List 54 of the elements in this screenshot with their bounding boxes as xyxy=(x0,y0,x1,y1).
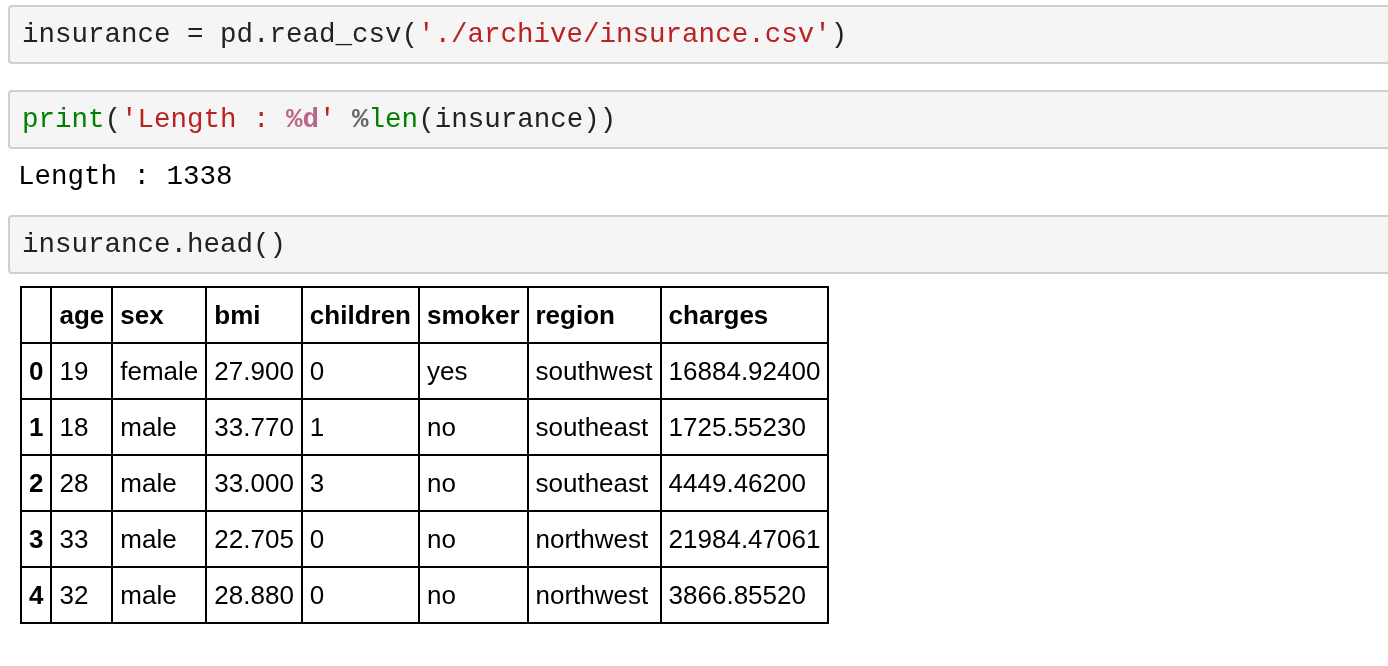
column-header: charges xyxy=(660,287,829,343)
table-cell: 33.770 xyxy=(206,399,302,455)
table-cell: 0 xyxy=(301,511,419,567)
table-cell: male xyxy=(112,567,207,623)
column-header: sex xyxy=(112,287,207,343)
table-cell: male xyxy=(112,399,207,455)
code-line: print('Length : %d' %len(insurance)) xyxy=(22,104,617,135)
table-cell: 16884.92400 xyxy=(660,343,829,399)
table-cell: 0 xyxy=(301,343,419,399)
table-cell: no xyxy=(419,399,528,455)
table-cell: female xyxy=(112,343,207,399)
row-index: 2 xyxy=(21,455,52,511)
row-index: 4 xyxy=(21,567,52,623)
table-cell: southeast xyxy=(527,455,661,511)
table-cell: 4449.46200 xyxy=(660,455,829,511)
column-header: bmi xyxy=(206,287,302,343)
table-cell: no xyxy=(419,567,528,623)
table-cell: 27.900 xyxy=(206,343,302,399)
code-line: insurance.head() xyxy=(22,229,287,260)
table-cell: 22.705 xyxy=(206,511,302,567)
table-cell: yes xyxy=(419,343,528,399)
table-cell: 3 xyxy=(301,455,419,511)
table-cell: 28 xyxy=(51,455,113,511)
table-cell: 18 xyxy=(51,399,113,455)
row-index: 3 xyxy=(21,511,52,567)
code-cell[interactable]: print('Length : %d' %len(insurance)) xyxy=(8,90,1388,149)
output-text: Length : 1338 xyxy=(17,161,234,193)
table-cell: 1725.55230 xyxy=(660,399,829,455)
column-header: age xyxy=(51,287,113,343)
table-cell: southwest xyxy=(527,343,661,399)
row-index: 0 xyxy=(21,343,52,399)
table-cell: 3866.85520 xyxy=(660,567,829,623)
column-header: children xyxy=(301,287,419,343)
code-line: insurance = pd.read_csv('./archive/insurance.csv') xyxy=(22,19,848,50)
code-cell[interactable]: insurance = pd.read_csv('./archive/insurance.csv') xyxy=(8,5,1388,64)
table-cell: no xyxy=(419,511,528,567)
table-cell: 33 xyxy=(51,511,113,567)
table-cell: male xyxy=(112,511,207,567)
column-header: smoker xyxy=(419,287,528,343)
code-cell[interactable]: insurance.head() xyxy=(8,215,1388,274)
table-cell: 21984.47061 xyxy=(660,511,829,567)
table-cell: 0 xyxy=(301,567,419,623)
table-cell: 33.000 xyxy=(206,455,302,511)
table-cell: 32 xyxy=(51,567,113,623)
table-cell: southeast xyxy=(527,399,661,455)
table-cell: northwest xyxy=(527,511,661,567)
table-cell: 1 xyxy=(301,399,419,455)
table-cell: 19 xyxy=(51,343,113,399)
table-cell: northwest xyxy=(527,567,661,623)
table-cell: no xyxy=(419,455,528,511)
table-cell: male xyxy=(112,455,207,511)
row-index: 1 xyxy=(21,399,52,455)
table-cell: 28.880 xyxy=(206,567,302,623)
column-header: region xyxy=(527,287,661,343)
